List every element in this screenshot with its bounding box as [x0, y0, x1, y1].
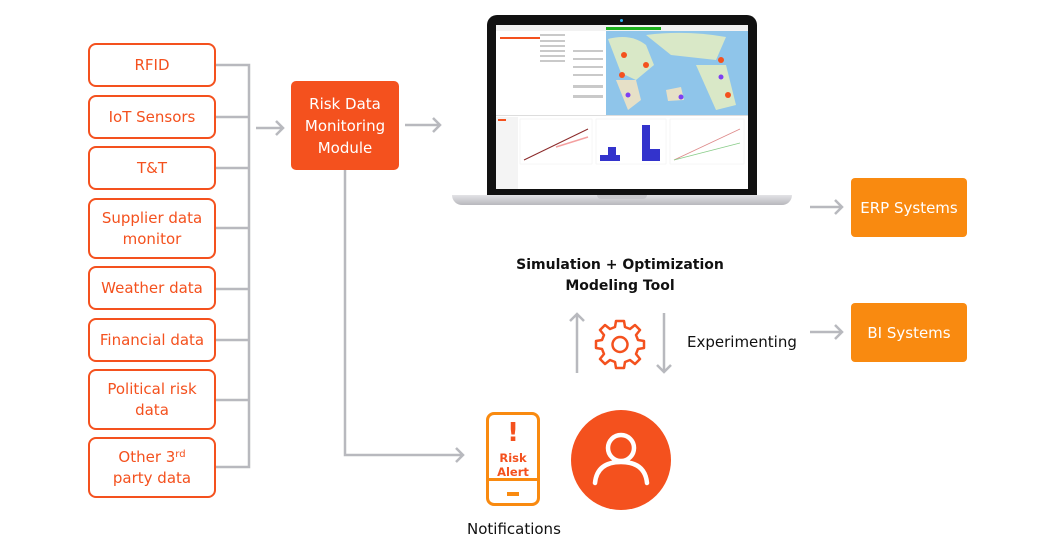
arrow-to-tool — [405, 117, 442, 133]
camera-dot — [620, 19, 623, 22]
laptop-screen — [487, 15, 757, 195]
source-label: RFID — [134, 55, 170, 74]
arrow-up — [569, 312, 585, 373]
phone-home-button — [507, 492, 519, 496]
source-label: IoT Sensors — [108, 107, 196, 126]
output-label: ERP Systems — [860, 198, 958, 217]
arrow-down — [656, 313, 672, 374]
source-weather-data: Weather data — [88, 266, 216, 310]
source-label: Other 3rd party data — [112, 447, 192, 487]
module-label: Risk Data Monitoring Module — [304, 94, 386, 157]
user-avatar-icon — [571, 410, 671, 510]
tool-title: Simulation + Optimization Modeling Tool — [516, 257, 724, 294]
phone-divider — [489, 477, 537, 481]
source-label: Political risk data — [107, 379, 197, 419]
laptop-notch — [597, 195, 647, 199]
simulation-tool-screenshot — [496, 25, 748, 189]
app-preview — [496, 25, 748, 189]
arrow-to-module — [256, 120, 285, 136]
source-supplier-data-monitor: Supplier data monitor — [88, 198, 216, 259]
source-financial-data: Financial data — [88, 318, 216, 362]
risk-alert-text: Risk Alert — [497, 451, 529, 479]
exclamation-icon: ! — [507, 418, 519, 448]
output-label: BI Systems — [867, 323, 951, 342]
bus-line — [216, 63, 251, 469]
erp-systems-box: ERP Systems — [851, 178, 967, 237]
laptop-illustration — [452, 15, 792, 205]
source-political-risk-data: Political risk data — [88, 369, 216, 430]
source-label: T&T — [136, 158, 168, 177]
source-other-3rd-party-data: Other 3rd party data — [88, 437, 216, 498]
experimenting-label: Experimenting — [687, 333, 797, 351]
bi-systems-box: BI Systems — [851, 303, 967, 362]
arrow-to-erp — [810, 199, 844, 215]
person-icon — [592, 432, 650, 486]
notifications-label: Notifications — [467, 520, 561, 538]
source-tt: T&T — [88, 146, 216, 190]
risk-data-monitoring-module: Risk Data Monitoring Module — [291, 81, 399, 170]
arrow-to-bi — [810, 324, 844, 340]
source-iot-sensors: IoT Sensors — [88, 95, 216, 139]
source-label: Financial data — [99, 330, 205, 349]
source-label: Supplier data monitor — [101, 208, 203, 248]
source-rfid: RFID — [88, 43, 216, 87]
gear-icon — [594, 319, 646, 370]
arrow-to-notifications — [343, 170, 465, 463]
phone-alert-icon: ! Risk Alert — [486, 412, 540, 506]
source-label: Weather data — [101, 278, 203, 297]
